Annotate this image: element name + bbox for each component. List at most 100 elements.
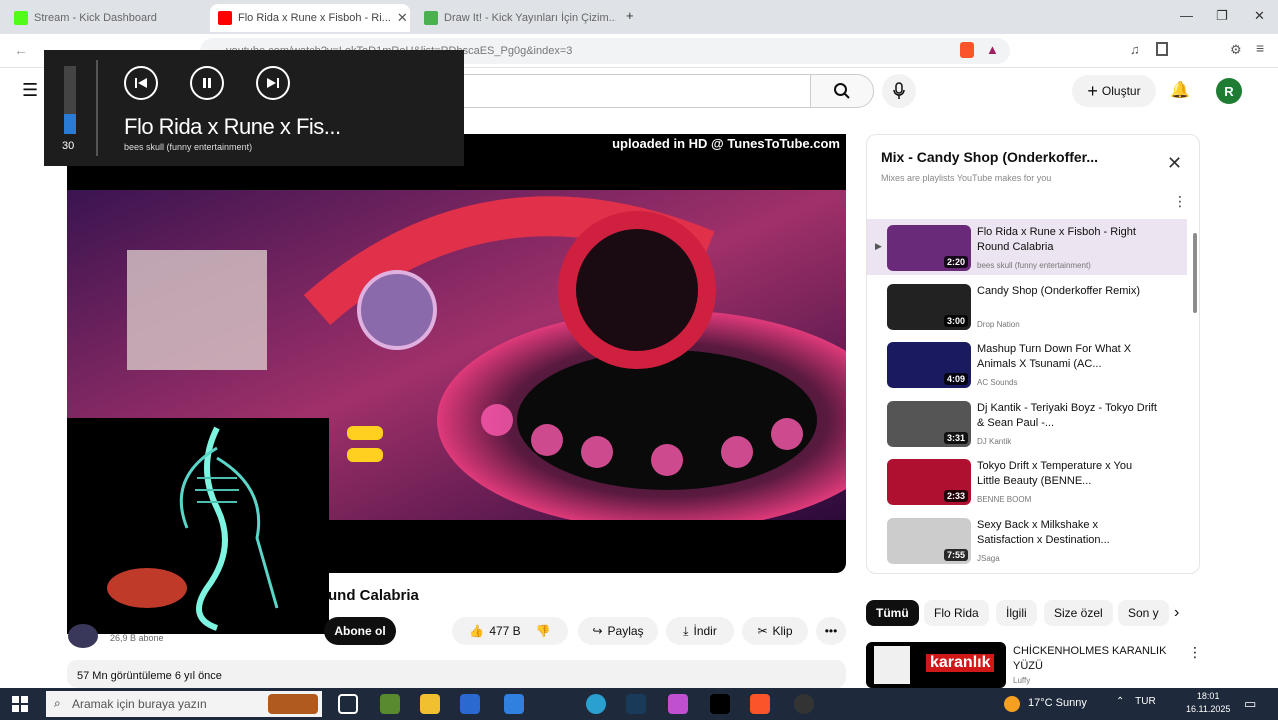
playlist-item-title: Mashup Turn Down For What X Animals X Ts… [977,343,1132,370]
browser-tab-strip: Stream - Kick Dashboard Flo Rida x Rune … [0,0,1278,34]
draw-it-favicon-icon [424,11,438,25]
tiktok-icon[interactable] [710,694,730,714]
scissors-icon: ✂ [757,624,768,638]
youtube-favicon-icon [218,11,232,25]
minimize-button[interactable]: — [1180,8,1193,23]
download-label: İndir [693,624,717,638]
next-track-button[interactable] [256,66,290,100]
description-box[interactable]: 57 Mn görüntüleme 6 yıl önce [67,660,846,688]
windows-taskbar: ⌕ Aramak için buraya yazın 17°C Sunny ⌃ … [0,688,1278,720]
playlist-more-icon[interactable]: ⋮ [1173,193,1187,210]
related-video-channel[interactable]: Luffy [1013,676,1030,685]
close-playlist-icon[interactable]: ✕ [1167,153,1182,174]
playlist-item-thumbnail: 2:20 [887,225,971,271]
language-indicator[interactable]: TUR [1135,696,1156,707]
subscribe-button[interactable]: Abone ol [324,617,396,645]
dislike-button[interactable]: 👎 [536,624,551,638]
playlist-item-title: Sexy Back x Milkshake x Satisfaction x D… [977,518,1110,546]
filter-chip[interactable]: Flo Rida [924,600,989,626]
create-button[interactable]: + Oluştur [1072,75,1156,107]
tab-draw-it[interactable]: Draw It! - Kick Yayınları İçin Çizim... [416,4,616,32]
menu-icon[interactable]: ≡ [1256,40,1264,56]
brave-icon[interactable] [750,694,770,714]
pause-button[interactable] [190,66,224,100]
file-explorer-icon[interactable] [420,694,440,714]
playlist-item[interactable]: 7:55 Sexy Back x Milkshake x Satisfaction… [867,512,1187,568]
subscriber-count: 26,9 B abone [110,633,164,643]
previous-track-button[interactable] [124,66,158,100]
steam-icon[interactable] [626,694,646,714]
video-overlay-text: uploaded in HD @ TunesToTube.com [612,136,840,151]
tab-kick-dashboard[interactable]: Stream - Kick Dashboard [6,4,206,32]
more-actions-button[interactable]: ••• [816,617,846,645]
music-icon[interactable]: ♫ [1130,42,1140,57]
volume-fill [64,113,76,134]
playlist-item[interactable]: 3:31 Dj Kantik - Teriyaki Boyz - Tokyo Dr… [867,395,1187,451]
playlist-scrollbar[interactable] [1193,233,1197,313]
clip-label: Klip [772,624,793,638]
new-tab-button[interactable]: + [626,8,634,23]
thumbs-up-icon: 👍 [469,624,485,638]
like-button[interactable]: 👍 477 B [469,624,520,638]
playlist-item[interactable]: 4:09 Mashup Turn Down For What X Animals … [867,336,1187,392]
filter-chip[interactable]: İlgili [996,600,1037,626]
playlist-item-channel: BENNE BOOM [977,495,1032,504]
playlist-title[interactable]: Mix - Candy Shop (Onderkoffer... [881,149,1098,165]
back-icon[interactable]: ← [14,42,28,58]
playlist-item[interactable]: ▶ 2:20 Flo Rida x Rune x Fisboh - Right Ro… [867,219,1187,275]
channel-avatar[interactable] [68,624,98,648]
mail-icon[interactable] [460,694,480,714]
system-tray[interactable]: ⌃ TUR [1116,696,1156,707]
playlist-item[interactable]: 2:33 Tokyo Drift x Temperature x You Litt… [867,453,1187,509]
download-button[interactable]: ⤓ İndir [666,617,734,645]
hamburger-menu-icon[interactable]: ☰ [22,80,38,101]
search-icon [834,83,850,99]
playlist-item[interactable]: 3:00 Candy Shop (Onderkoffer Remix) Drop N… [867,278,1187,334]
like-dislike-group: 👍 477 B 👎 [452,617,568,645]
weather-text[interactable]: 17°C Sunny [1028,697,1087,709]
related-video-title[interactable]: CHİCKENHOLMES KARANLIK YÜZÜ [1013,644,1183,674]
copilot-icon[interactable] [668,694,688,714]
related-more-icon[interactable]: ⋮ [1188,644,1202,661]
notifications-bell-icon[interactable]: 🔔 [1170,80,1190,100]
close-tab-icon[interactable]: ✕ [391,10,408,26]
playlist-item-channel: DJ Kantik [977,436,1012,446]
windows-start-icon[interactable] [12,696,28,712]
sidebar-icon[interactable] [1156,42,1168,56]
brave-shield-icon[interactable] [960,42,974,58]
minecraft-icon[interactable] [380,694,400,714]
task-view-icon[interactable] [338,694,358,714]
close-window-button[interactable]: ✕ [1254,8,1265,24]
chevron-up-icon[interactable]: ⌃ [1116,696,1124,707]
related-video-thumbnail[interactable]: karanlık [866,642,1006,688]
clip-button[interactable]: ✂ Klip [742,617,808,645]
tab-youtube[interactable]: Flo Rida x Rune x Fisboh - Ri... ✕ [210,4,410,32]
plus-icon: + [1087,80,1098,101]
voice-search-button[interactable] [882,74,916,108]
volume-value: 30 [62,140,75,152]
playlist-item-duration: 3:00 [943,314,968,327]
filter-chip[interactable]: Tümü [866,600,919,626]
share-label: Paylaş [607,624,644,638]
account-avatar[interactable]: R [1216,78,1242,104]
notification-center-icon[interactable]: ▭ [1244,696,1256,712]
maximize-button[interactable]: ❐ [1216,8,1228,24]
brave-rewards-icon[interactable]: ▲ [986,42,999,57]
obs-icon[interactable] [794,694,814,714]
search-button[interactable] [810,74,874,108]
share-icon: ↪ [592,624,603,638]
chips-next-icon[interactable]: › [1174,604,1179,622]
phone-link-icon[interactable] [504,694,524,714]
edge-icon[interactable] [586,694,606,714]
settings-icon[interactable]: ⚙ [1230,42,1242,58]
filter-chip[interactable]: Son y [1118,600,1169,626]
filter-chip[interactable]: Size özel [1044,600,1113,626]
volume-level-bar[interactable] [64,66,76,134]
floating-xray-image [67,418,329,634]
taskbar-clock[interactable]: 18:01 16.11.2025 [1186,690,1230,716]
search-input[interactable] [430,74,810,108]
more-horizontal-icon: ••• [824,624,838,638]
playlist-item-thumbnail: 7:55 [887,517,971,564]
playlist-item-duration: 2:33 [943,490,968,502]
share-button[interactable]: ↪ Paylaş [578,617,658,645]
